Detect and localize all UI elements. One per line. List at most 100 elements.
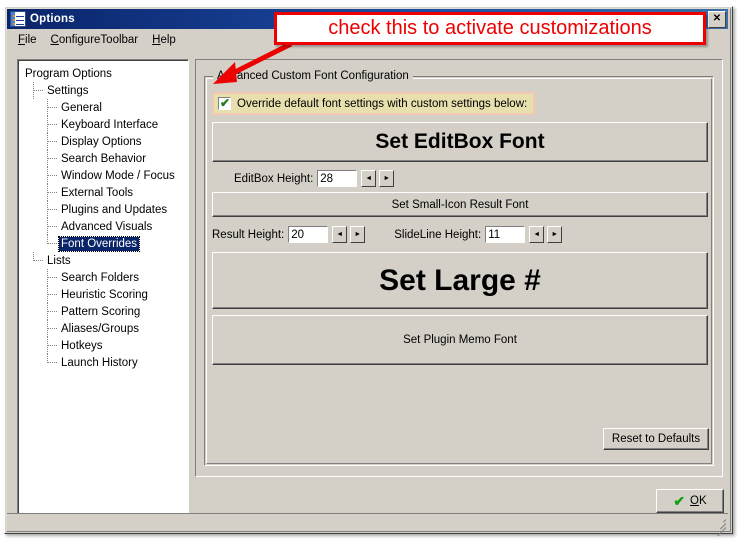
tree-connector-icon <box>47 133 59 150</box>
override-fonts-checkbox-row[interactable]: ✔ Override default font settings with cu… <box>212 92 536 115</box>
menu-accel-file: F <box>18 33 26 46</box>
tree-connector-icon <box>47 184 59 201</box>
result-height-decrement-icon[interactable]: ◄ <box>332 226 348 243</box>
tree-item-label: Heuristic Scoring <box>61 288 148 301</box>
tree-connector-icon <box>47 303 59 320</box>
tree-item-label: General <box>61 101 102 114</box>
tree-item-pattern-scoring[interactable]: Pattern Scoring <box>23 303 188 320</box>
status-bar <box>7 513 728 537</box>
checkmark-icon: ✔ <box>220 96 231 110</box>
tree-item-lists[interactable]: Lists <box>23 252 188 269</box>
tree-item-advanced-visuals[interactable]: Advanced Visuals <box>23 218 188 235</box>
tree-item-window-mode-focus[interactable]: Window Mode / Focus <box>23 167 188 184</box>
resize-grip[interactable] <box>712 516 727 537</box>
tree-connector-icon <box>33 252 45 269</box>
menu-accel-configure-toolbar: C <box>50 33 59 46</box>
options-window: Options ✕ File ConfigureToolbar Help Pro… <box>4 6 733 537</box>
tree-item-label: Keyboard Interface <box>61 118 159 131</box>
editbox-height-decrement-icon[interactable]: ◄ <box>361 170 377 187</box>
green-check-icon: ✔ <box>673 493 686 509</box>
ok-accel: O <box>690 495 699 507</box>
override-fonts-checkbox-label: Override default font settings with cust… <box>237 97 528 110</box>
set-editbox-font-button[interactable]: Set EditBox Font <box>212 122 708 162</box>
reset-to-defaults-button[interactable]: Reset to Defaults <box>603 428 709 450</box>
tree-connector-icon <box>47 354 59 371</box>
ok-button[interactable]: ✔ OK <box>656 489 724 513</box>
tree-item-label: External Tools <box>61 186 134 199</box>
set-large-font-button[interactable]: Set Large # <box>212 252 708 309</box>
tree-connector-icon <box>47 320 59 337</box>
tree-item-search-folders[interactable]: Search Folders <box>23 269 188 286</box>
tree-item-label: Aliases/Groups <box>61 322 139 335</box>
tree-item-program-options[interactable]: Program Options <box>23 65 188 82</box>
tree-item-display-options[interactable]: Display Options <box>23 133 188 150</box>
close-icon[interactable]: ✕ <box>708 10 726 28</box>
tree-connector-icon <box>47 218 59 235</box>
tree-connector-icon <box>47 337 59 354</box>
slideline-height-spinner[interactable]: ◄ ► <box>529 226 565 243</box>
slideline-height-increment-icon[interactable]: ► <box>547 226 563 243</box>
tree-item-search-behavior[interactable]: Search Behavior <box>23 150 188 167</box>
options-tree: Program Options Settings General Keyboard I… <box>18 60 188 518</box>
tree-item-label: Plugins and Updates <box>61 203 168 216</box>
result-heights-row: Result Height: ◄ ► SlideLine Height: ◄ ► <box>212 226 565 243</box>
tree-item-label: Settings <box>47 84 89 97</box>
result-height-label: Result Height: <box>212 228 285 241</box>
tree-connector-icon <box>47 99 59 116</box>
options-list-icon <box>10 11 26 27</box>
tree-connector-icon <box>47 201 59 218</box>
groupbox-body: ✔ Override default font settings with cu… <box>206 78 712 464</box>
editbox-height-increment-icon[interactable]: ► <box>379 170 395 187</box>
editbox-height-row: EditBox Height: ◄ ► <box>234 170 397 187</box>
set-plugin-memo-font-button[interactable]: Set Plugin Memo Font <box>212 315 708 365</box>
tree-item-keyboard-interface[interactable]: Keyboard Interface <box>23 116 188 133</box>
tree-item-label: Launch History <box>61 356 138 369</box>
tree-item-label: Display Options <box>61 135 142 148</box>
tree-connector-icon <box>47 269 59 286</box>
slideline-height-input[interactable] <box>485 226 526 243</box>
annotation-text: check this to activate customizations <box>328 17 652 39</box>
advanced-font-groupbox: Advanced Custom Font Configuration ✔ Ove… <box>204 70 714 466</box>
tree-connector-icon <box>33 82 45 99</box>
options-tree-panel[interactable]: Program Options Settings General Keyboard I… <box>17 59 189 519</box>
content-panel: Advanced Custom Font Configuration ✔ Ove… <box>195 59 723 477</box>
tree-connector-icon <box>47 286 59 303</box>
result-height-input[interactable] <box>288 226 329 243</box>
tree-item-label: Hotkeys <box>61 339 103 352</box>
window-title: Options <box>30 13 75 25</box>
tree-item-external-tools[interactable]: External Tools <box>23 184 188 201</box>
tree-item-launch-history[interactable]: Launch History <box>23 354 188 371</box>
tree-item-label: Lists <box>47 254 71 267</box>
annotation-callout: check this to activate customizations <box>274 12 706 45</box>
menu-rest-file: ile <box>25 33 37 46</box>
editbox-height-spinner[interactable]: ◄ ► <box>361 170 397 187</box>
tree-connector-icon <box>47 235 59 252</box>
tree-item-settings[interactable]: Settings <box>23 82 188 99</box>
result-height-spinner[interactable]: ◄ ► <box>332 226 368 243</box>
groupbox-title: Advanced Custom Font Configuration <box>213 70 413 82</box>
menu-item-configure-toolbar[interactable]: ConfigureToolbar <box>44 32 146 48</box>
tree-item-aliases-groups[interactable]: Aliases/Groups <box>23 320 188 337</box>
slideline-height-decrement-icon[interactable]: ◄ <box>529 226 545 243</box>
result-height-increment-icon[interactable]: ► <box>350 226 366 243</box>
tree-item-label: Program Options <box>25 67 112 80</box>
menu-rest-help: elp <box>160 33 176 46</box>
tree-item-general[interactable]: General <box>23 99 188 116</box>
tree-item-font-overrides[interactable]: Font Overrides <box>23 235 188 252</box>
menu-item-help[interactable]: Help <box>145 32 183 48</box>
tree-item-label: Window Mode / Focus <box>61 169 175 182</box>
tree-item-hotkeys[interactable]: Hotkeys <box>23 337 188 354</box>
tree-item-label: Advanced Visuals <box>61 220 153 233</box>
slideline-height-label: SlideLine Height: <box>394 228 482 241</box>
tree-connector-icon <box>47 116 59 133</box>
tree-item-plugins-and-updates[interactable]: Plugins and Updates <box>23 201 188 218</box>
menu-rest-configure-toolbar: onfigureToolbar <box>58 33 139 46</box>
tree-item-heuristic-scoring[interactable]: Heuristic Scoring <box>23 286 188 303</box>
set-small-icon-result-font-button[interactable]: Set Small-Icon Result Font <box>212 192 708 217</box>
editbox-height-input[interactable] <box>317 170 358 187</box>
tree-item-label: Pattern Scoring <box>61 305 141 318</box>
ok-button-label: OK <box>690 495 707 507</box>
editbox-height-label: EditBox Height: <box>234 172 314 185</box>
override-fonts-checkbox[interactable]: ✔ <box>218 97 231 110</box>
menu-item-file[interactable]: File <box>11 32 44 48</box>
